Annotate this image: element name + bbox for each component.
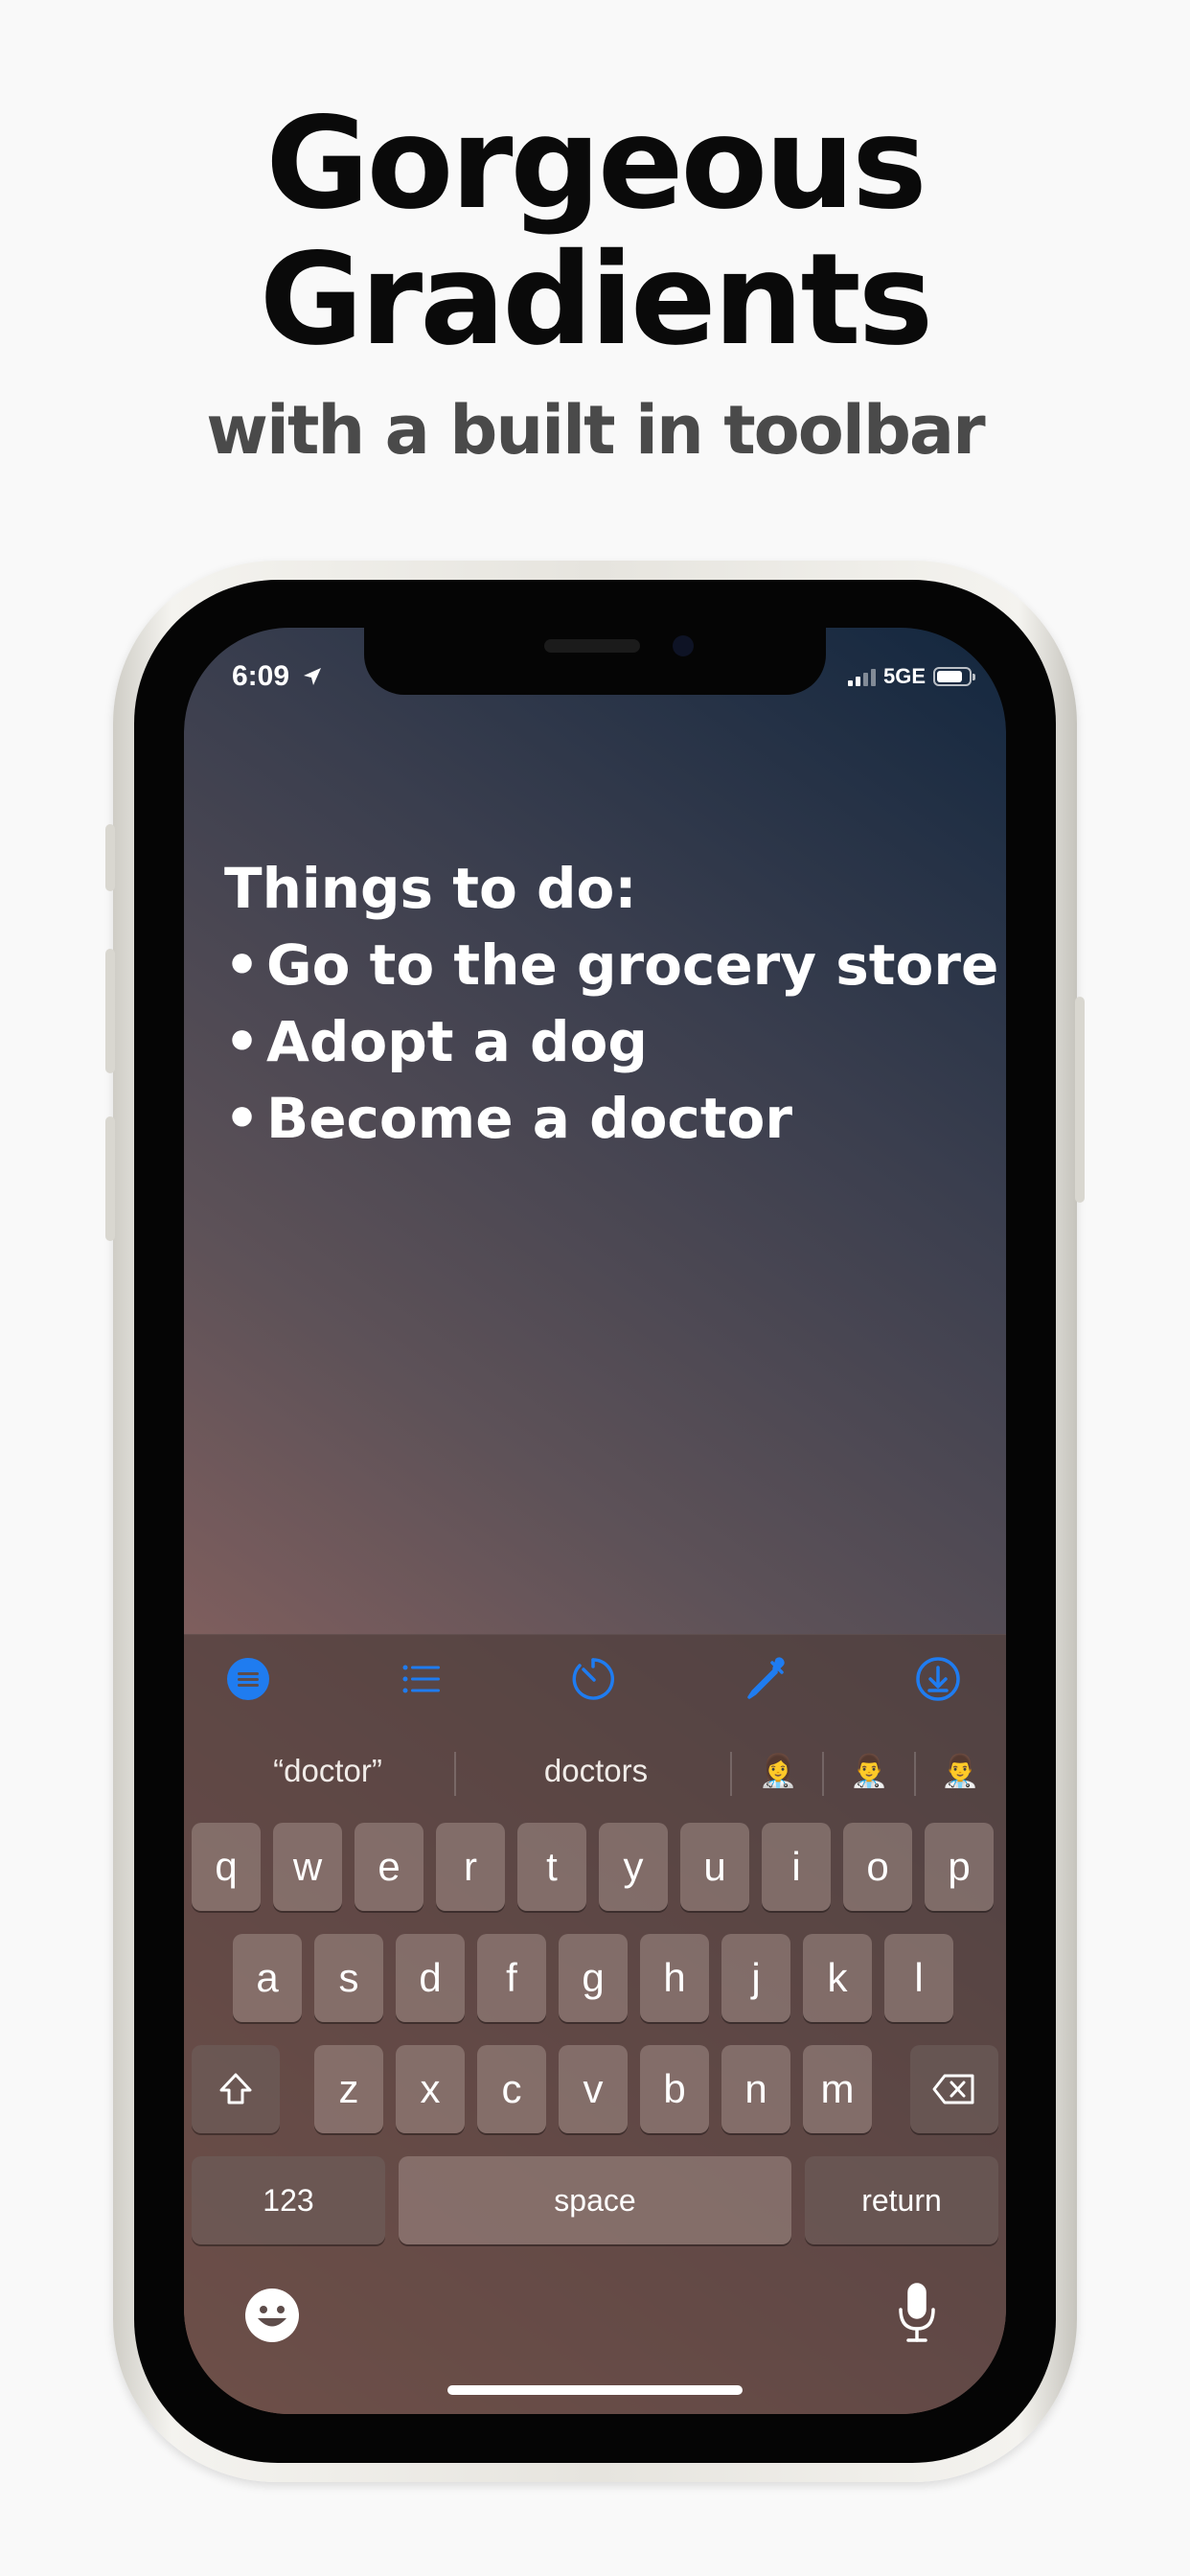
key-d[interactable]: d — [396, 1934, 465, 2022]
note-item-text: Go to the grocery store — [266, 932, 999, 998]
emoji-face-icon — [245, 2288, 299, 2342]
note-text[interactable]: Things to do: • Go to the grocery store •… — [224, 850, 998, 1157]
bullet: • — [224, 932, 261, 998]
text-style-icon — [227, 1658, 269, 1700]
microphone-icon — [899, 2283, 935, 2342]
suggestion-divider — [822, 1752, 824, 1796]
suggestion-emoji[interactable]: 👩‍⚕️ — [735, 1727, 821, 1815]
note-heading: Things to do: — [224, 856, 637, 921]
note-item-text: Become a doctor — [266, 1086, 792, 1151]
status-time-label: 6:09 — [232, 660, 290, 692]
headline-line-1: Gorgeous — [265, 90, 927, 238]
dictation-key[interactable] — [893, 2281, 941, 2348]
battery-icon — [933, 667, 975, 686]
bullet: • — [224, 1086, 261, 1151]
toolbar-list-button[interactable] — [396, 1654, 446, 1704]
timer-icon — [572, 1658, 614, 1700]
home-indicator[interactable] — [447, 2385, 743, 2395]
key-t[interactable]: t — [517, 1823, 586, 1911]
phone-screen: 6:09 5GE Things to do: • Go to the grocer… — [184, 628, 1006, 2414]
toolbar-eyedropper-button[interactable] — [741, 1654, 790, 1704]
key-s[interactable]: s — [314, 1934, 383, 2022]
bullet: • — [224, 1009, 261, 1074]
toolbar-text-style-button[interactable] — [223, 1654, 273, 1704]
key-h[interactable]: h — [640, 1934, 709, 2022]
key-u[interactable]: u — [680, 1823, 749, 1911]
note-item-text: Adopt a dog — [266, 1009, 648, 1074]
list-icon — [402, 1665, 440, 1693]
predictive-text-bar: “doctor” doctors 👩‍⚕️ 👨‍⚕️ 👨‍⚕️ — [184, 1727, 1006, 1815]
key-x[interactable]: x — [396, 2045, 465, 2133]
key-r[interactable]: r — [436, 1823, 505, 1911]
space-key[interactable]: space — [399, 2156, 791, 2244]
side-button-mute — [105, 824, 115, 891]
key-a[interactable]: a — [233, 1934, 302, 2022]
key-o[interactable]: o — [843, 1823, 912, 1911]
key-v[interactable]: v — [559, 2045, 628, 2133]
network-type: 5GE — [882, 664, 926, 688]
key-g[interactable]: g — [559, 1934, 628, 2022]
notch — [364, 628, 826, 695]
status-indicators: 5GE — [847, 664, 975, 689]
suggestion-divider — [454, 1752, 456, 1796]
key-c[interactable]: c — [477, 2045, 546, 2133]
numbers-key[interactable]: 123 — [192, 2156, 385, 2244]
key-e[interactable]: e — [355, 1823, 423, 1911]
note-item: • Become a doctor — [224, 1080, 998, 1157]
front-camera — [673, 635, 694, 656]
suggestion-divider — [730, 1752, 732, 1796]
suggestion-emoji[interactable]: 👨‍⚕️ — [917, 1727, 1003, 1815]
suggestion-emoji[interactable]: 👨‍⚕️ — [826, 1727, 912, 1815]
key-q[interactable]: q — [192, 1823, 261, 1911]
key-b[interactable]: b — [640, 2045, 709, 2133]
toolbar-timer-button[interactable] — [568, 1654, 618, 1704]
emoji-key[interactable] — [243, 2287, 301, 2344]
key-k[interactable]: k — [803, 1934, 872, 2022]
eyedropper-icon — [747, 1657, 785, 1699]
shift-key[interactable] — [192, 2045, 280, 2133]
key-j[interactable]: j — [721, 1934, 790, 2022]
delete-key[interactable] — [910, 2045, 998, 2133]
headline-line-2: Gradients — [259, 226, 933, 374]
key-n[interactable]: n — [721, 2045, 790, 2133]
download-icon — [916, 1657, 960, 1701]
suggestion-quoted[interactable]: “doctor” — [203, 1727, 452, 1815]
formatting-toolbar — [184, 1635, 1006, 1723]
key-w[interactable]: w — [273, 1823, 342, 1911]
key-l[interactable]: l — [884, 1934, 953, 2022]
side-button-volume-down — [105, 1116, 115, 1241]
key-y[interactable]: y — [599, 1823, 668, 1911]
key-m[interactable]: m — [803, 2045, 872, 2133]
backspace-icon — [932, 2074, 974, 2104]
toolbar-download-button[interactable] — [913, 1654, 963, 1704]
status-time: 6:09 — [232, 660, 324, 693]
suggestion-divider — [914, 1752, 916, 1796]
key-z[interactable]: z — [314, 2045, 383, 2133]
keyboard-area: “doctor” doctors 👩‍⚕️ 👨‍⚕️ 👨‍⚕️ q w e r … — [184, 1634, 1006, 2414]
key-i[interactable]: i — [762, 1823, 831, 1911]
key-f[interactable]: f — [477, 1934, 546, 2022]
note-item: • Adopt a dog — [224, 1003, 998, 1080]
suggestion-word[interactable]: doctors — [462, 1727, 730, 1815]
return-key[interactable]: return — [805, 2156, 998, 2244]
cellular-signal-icon — [847, 667, 876, 686]
subheadline: with a built in toolbar — [206, 391, 985, 470]
headline: Gorgeous Gradients — [0, 96, 1190, 368]
note-item: • Go to the grocery store — [224, 927, 998, 1003]
side-button-power — [1075, 997, 1085, 1203]
key-p[interactable]: p — [925, 1823, 994, 1911]
shift-arrow-icon — [219, 2073, 252, 2104]
side-button-volume-up — [105, 949, 115, 1073]
location-arrow-icon — [304, 668, 322, 685]
earpiece-speaker — [544, 639, 640, 653]
